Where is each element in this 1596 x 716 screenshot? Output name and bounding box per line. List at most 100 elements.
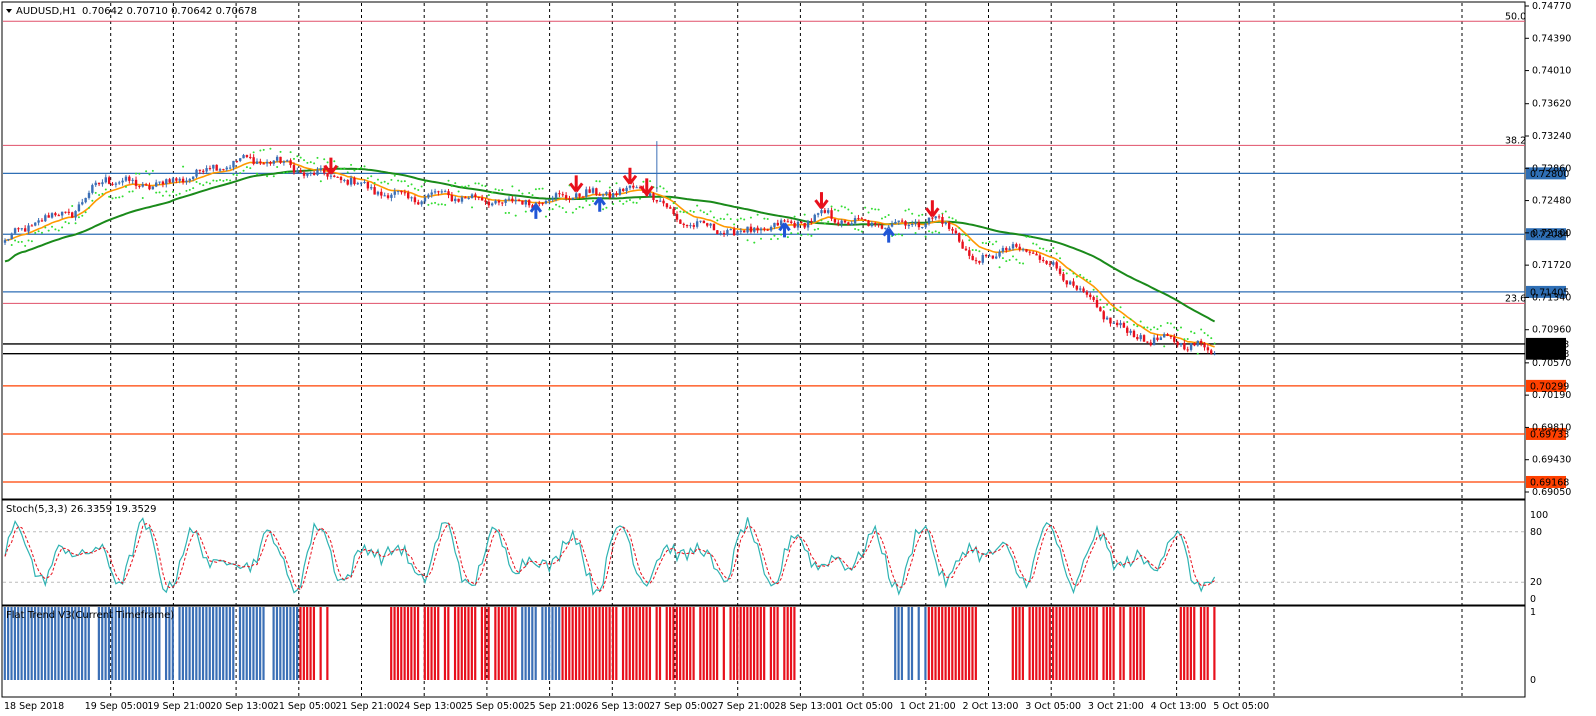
candle-body xyxy=(1005,247,1008,251)
trading-chart[interactable]: 10 50.038.223.60.728000.720840.714050.70… xyxy=(0,0,1596,716)
psar-dot xyxy=(316,156,319,159)
candle-body xyxy=(995,256,998,259)
candle-body xyxy=(904,221,907,226)
flat-trend-bar xyxy=(682,607,685,680)
flat-trend-bar xyxy=(292,607,295,680)
psar-dot xyxy=(1022,262,1025,265)
candle-body xyxy=(175,178,178,181)
candle-body xyxy=(111,183,114,185)
candle-body xyxy=(151,186,155,190)
psar-dot xyxy=(776,237,779,240)
main-pane[interactable] xyxy=(1,1,1526,500)
price-tick-label: 0.74770 xyxy=(1532,1,1571,12)
psar-dot xyxy=(343,167,346,170)
candle-body xyxy=(712,223,716,231)
psar-dot xyxy=(914,232,917,235)
psar-dot xyxy=(440,203,443,206)
psar-dot xyxy=(1015,258,1018,261)
candle-body xyxy=(1122,322,1126,328)
psar-dot xyxy=(954,219,957,222)
candle-body xyxy=(947,222,951,229)
flat-trend-bar xyxy=(1021,607,1024,680)
flat-trend-bar xyxy=(571,607,574,680)
candle-body xyxy=(665,203,669,208)
psar-dot xyxy=(1106,303,1109,306)
psar-dot xyxy=(605,206,608,209)
psar-dot xyxy=(803,213,806,216)
psar-dot xyxy=(998,266,1001,269)
candle-body xyxy=(1166,334,1169,336)
flat-trend-bar xyxy=(742,607,746,680)
flat-trend-bar xyxy=(222,607,225,680)
flat-trend-bar xyxy=(595,607,598,680)
candle-body xyxy=(605,192,608,195)
candle-body xyxy=(484,200,487,202)
candle-body xyxy=(877,224,880,226)
candle-body xyxy=(1169,335,1173,338)
candle-body xyxy=(77,204,81,211)
candle-body xyxy=(1028,251,1031,253)
psar-dot xyxy=(410,183,413,186)
candle-body xyxy=(1126,327,1129,333)
flat-trend-bar xyxy=(756,607,759,680)
flat-trend-bar xyxy=(245,607,248,680)
candle-body xyxy=(306,173,309,176)
flat-trend-bar xyxy=(272,607,275,680)
flat-trend-bar xyxy=(941,607,944,680)
stoch-pane[interactable] xyxy=(1,499,1526,606)
flat-axis-label: 0 xyxy=(1530,675,1536,686)
time-label: 4 Oct 13:00 xyxy=(1151,701,1207,712)
flat-trend-bar xyxy=(541,607,544,680)
psar-dot xyxy=(303,159,306,162)
candle-body xyxy=(595,188,598,195)
candle-body xyxy=(447,191,450,196)
psar-dot xyxy=(951,217,954,220)
candle-body xyxy=(20,228,23,230)
flat-trend-bar xyxy=(709,607,712,680)
psar-dot xyxy=(497,189,500,192)
candle-body xyxy=(971,255,974,261)
psar-dot xyxy=(40,231,43,234)
psar-dot xyxy=(760,237,762,240)
price-tick-label: 0.71340 xyxy=(1532,292,1571,303)
psar-dot xyxy=(114,196,117,199)
candle-body xyxy=(1072,281,1075,286)
psar-dot xyxy=(706,213,709,216)
psar-dot xyxy=(514,214,517,217)
flat-trend-bar xyxy=(255,607,258,680)
flat-trend-bar xyxy=(615,607,618,680)
candle-body xyxy=(1156,337,1159,341)
flat-trend-bar xyxy=(198,607,201,680)
candle-body xyxy=(71,212,74,218)
psar-dot xyxy=(531,194,534,197)
flat-trend-bar xyxy=(480,607,484,680)
psar-dot xyxy=(612,203,615,206)
flat-trend-bar xyxy=(732,607,736,680)
flat-trend-bar xyxy=(934,607,937,680)
candle-body xyxy=(766,229,769,231)
psar-dot xyxy=(1065,272,1068,275)
time-label: 21 Sep 05:00 xyxy=(273,701,336,712)
psar-dot xyxy=(370,175,373,178)
flat-trend-bar xyxy=(1112,607,1115,680)
candle-body xyxy=(215,164,218,171)
psar-dot xyxy=(128,190,131,193)
flat-trend-bar xyxy=(309,607,312,680)
psar-dot xyxy=(151,169,154,172)
candle-body xyxy=(161,181,165,185)
candle-body xyxy=(487,201,491,206)
psar-dot xyxy=(185,189,188,192)
psar-dot xyxy=(897,233,900,236)
psar-dot xyxy=(840,205,843,208)
candle-body xyxy=(1092,297,1095,300)
candle-body xyxy=(44,215,47,222)
psar-dot xyxy=(1210,337,1213,340)
flat-trend-bar xyxy=(601,607,604,680)
psar-dot xyxy=(565,211,568,214)
candle-body xyxy=(716,230,719,235)
candle-body xyxy=(420,201,423,205)
psar-dot xyxy=(796,232,799,235)
psar-dot xyxy=(786,236,789,239)
candle-body xyxy=(339,177,343,181)
psar-dot xyxy=(108,195,111,198)
